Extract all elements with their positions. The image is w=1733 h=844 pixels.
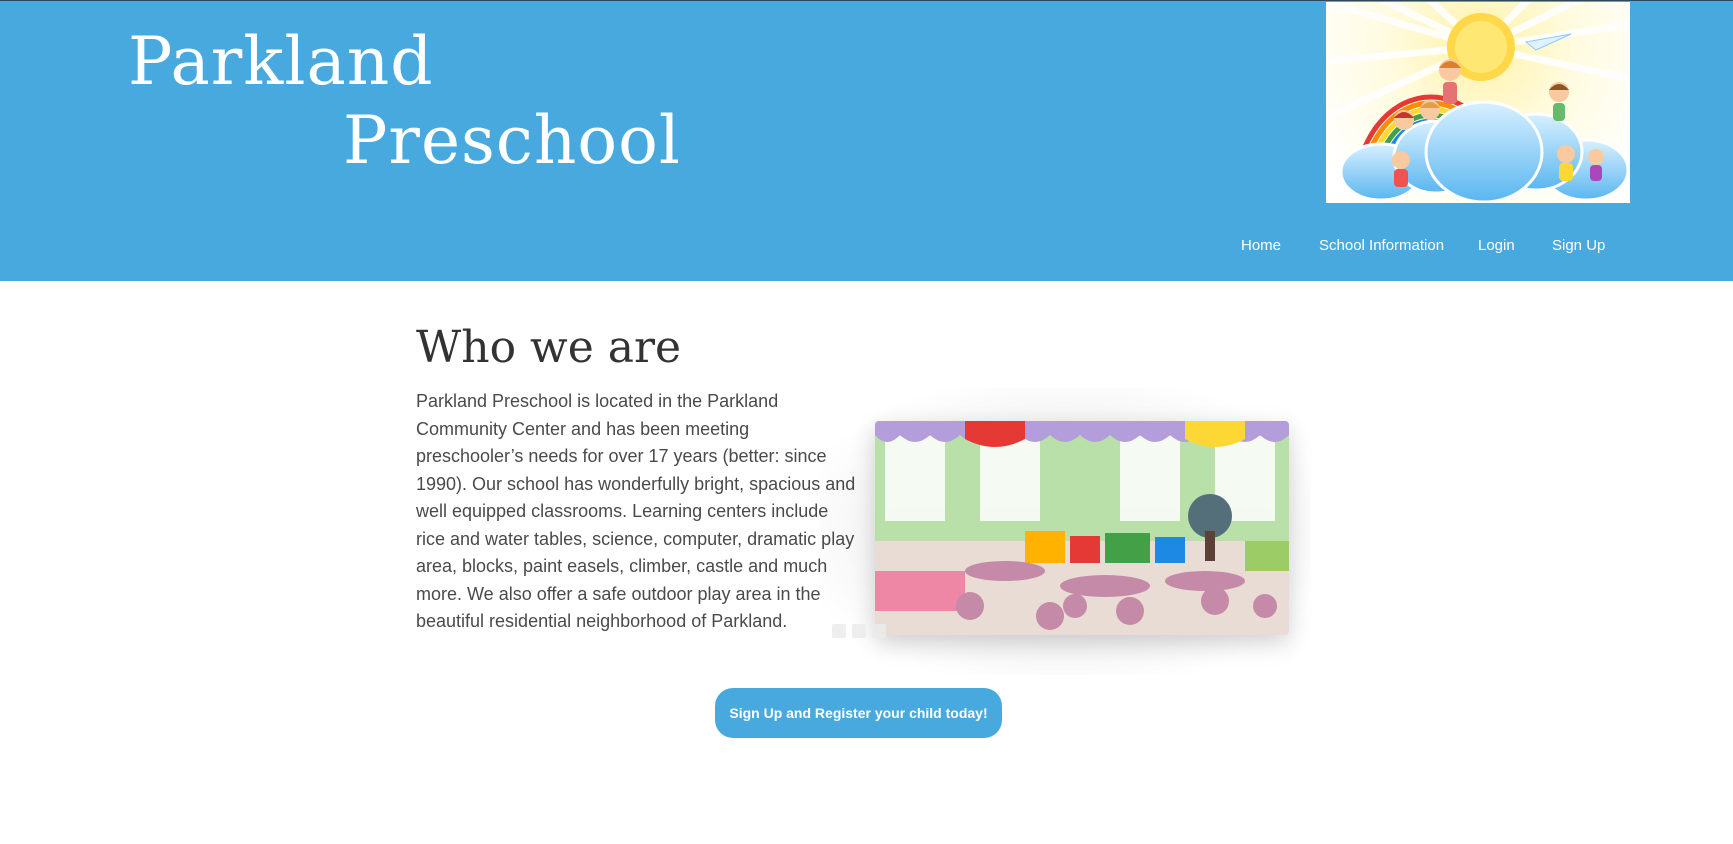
site-title-line2[interactable]: Preschool: [343, 102, 681, 179]
classroom-photo: [875, 421, 1289, 635]
nav-sign-up[interactable]: Sign Up: [1552, 237, 1605, 254]
signup-register-button[interactable]: Sign Up and Register your child today!: [715, 688, 1002, 738]
site-header: Parkland Preschool Home School Informati…: [0, 0, 1733, 281]
preschool-logo-icon: [1326, 2, 1630, 203]
logo-illustration: [1326, 2, 1630, 203]
carousel-dot-2[interactable]: [852, 624, 866, 638]
classroom-photo-icon: [875, 421, 1289, 635]
carousel-dot-1[interactable]: [832, 624, 846, 638]
nav-school-information[interactable]: School Information: [1319, 237, 1444, 254]
nav-home[interactable]: Home: [1241, 237, 1281, 254]
about-paragraph: Parkland Preschool is located in the Par…: [416, 391, 856, 631]
carousel-dot-3[interactable]: [872, 624, 886, 638]
nav-login[interactable]: Login: [1478, 237, 1515, 254]
section-title: Who we are: [416, 322, 682, 373]
site-title-line1[interactable]: Parkland: [128, 23, 434, 100]
main-nav: Home School Information Login Sign Up: [0, 237, 1733, 257]
